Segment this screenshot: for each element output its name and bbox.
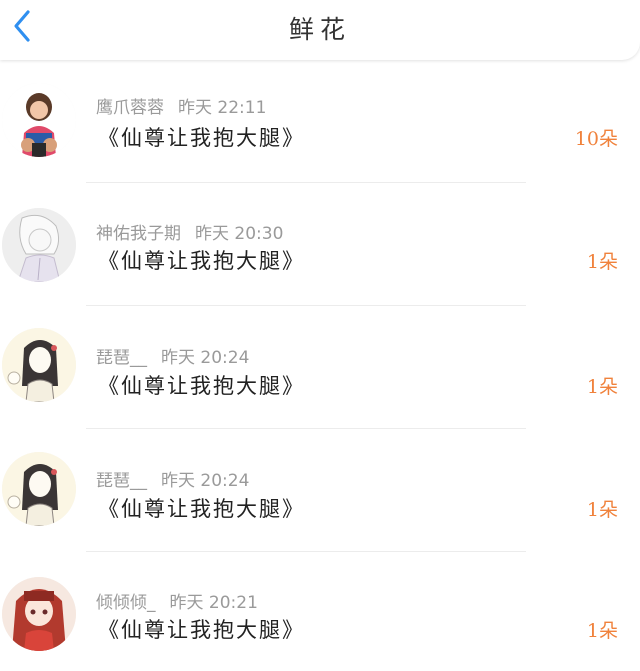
ink-girl-avatar[interactable] [2, 452, 76, 526]
record-meta: 倾倾倾_ 昨天 20:21 [96, 588, 258, 613]
user-name[interactable]: 琵琶__ [96, 348, 147, 368]
flower-count: 10朵 [574, 128, 618, 150]
page-title: 鲜花 [288, 15, 351, 44]
user-name[interactable]: 琵琶__ [96, 471, 147, 491]
list-item[interactable]: 倾倾倾_ 昨天 20:21 《仙尊让我抱大腿》 1朵 [0, 552, 640, 671]
record-time: 昨天 20:30 [195, 224, 284, 244]
list-item[interactable]: 琵琶__ 昨天 20:24 《仙尊让我抱大腿》 1朵 [0, 429, 640, 552]
list-item[interactable]: 琵琶__ 昨天 20:24 《仙尊让我抱大腿》 1朵 [0, 306, 640, 429]
record-time: 昨天 20:24 [161, 348, 250, 368]
record-meta: 琵琶__ 昨天 20:24 [96, 466, 249, 491]
record-meta: 鹰爪蓉蓉 昨天 22:11 [96, 93, 266, 118]
novel-title[interactable]: 《仙尊让我抱大腿》 [98, 493, 305, 523]
novel-title[interactable]: 《仙尊让我抱大腿》 [98, 122, 305, 152]
record-time: 昨天 20:21 [169, 593, 258, 613]
nav-bar: 鲜花 [0, 0, 640, 60]
user-name[interactable]: 倾倾倾_ [96, 593, 156, 613]
user-name[interactable]: 鹰爪蓉蓉 [96, 98, 164, 118]
flower-count: 1朵 [586, 376, 618, 398]
child-photo-avatar[interactable] [2, 83, 76, 157]
flower-count: 1朵 [586, 499, 618, 521]
flower-record-list: 鹰爪蓉蓉 昨天 22:11 《仙尊让我抱大腿》 10朵 神佑我子期 昨天 20:30… [0, 60, 640, 651]
flower-count: 1朵 [586, 620, 618, 642]
red-hair-girl-avatar[interactable] [2, 577, 76, 651]
flower-count: 1朵 [586, 251, 618, 273]
sketch-anime-avatar[interactable] [2, 208, 76, 282]
list-item[interactable]: 神佑我子期 昨天 20:30 《仙尊让我抱大腿》 1朵 [0, 183, 640, 306]
record-meta: 神佑我子期 昨天 20:30 [96, 219, 283, 244]
user-name[interactable]: 神佑我子期 [96, 224, 181, 244]
record-time: 昨天 22:11 [178, 98, 267, 118]
novel-title[interactable]: 《仙尊让我抱大腿》 [98, 245, 305, 275]
ink-girl-avatar[interactable] [2, 328, 76, 402]
list-item[interactable]: 鹰爪蓉蓉 昨天 22:11 《仙尊让我抱大腿》 10朵 [0, 60, 640, 183]
record-time: 昨天 20:24 [161, 471, 250, 491]
novel-title[interactable]: 《仙尊让我抱大腿》 [98, 370, 305, 400]
novel-title[interactable]: 《仙尊让我抱大腿》 [98, 614, 305, 644]
record-meta: 琵琶__ 昨天 20:24 [96, 343, 249, 368]
